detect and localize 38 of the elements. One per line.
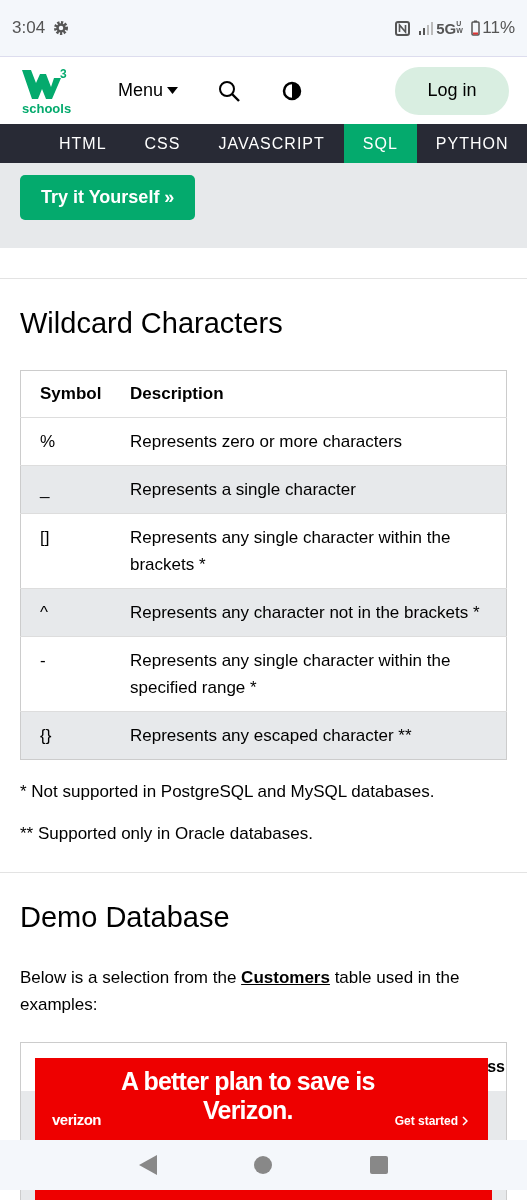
gear-icon (53, 20, 70, 36)
contrast-icon[interactable] (282, 80, 303, 101)
column-header: Symbol (20, 370, 111, 418)
clock: 3:04 (12, 18, 46, 38)
nav-tab[interactable]: JAVASCRIPT (199, 124, 344, 163)
nav-tab[interactable]: PYTHON (416, 124, 527, 163)
back-icon[interactable] (138, 1155, 157, 1175)
network-label: 5G (436, 19, 457, 37)
footnote: ** Supported only in Oracle databases. (20, 824, 314, 844)
battery-level: 11% (482, 18, 515, 38)
menu-button[interactable]: Menu (118, 80, 179, 101)
footnote: * Not supported in PostgreSQL and MySQL databases. (20, 782, 436, 802)
table-cell: ^ (20, 588, 111, 637)
table-cell: Represents any escaped character ** (111, 711, 507, 760)
login-button[interactable]: Log in (395, 66, 509, 115)
ad-banner[interactable]: verizon A better plan to save is Verizon. Get started (35, 1058, 488, 1140)
search-icon[interactable] (218, 79, 241, 102)
get-started-link[interactable]: Get started (394, 1114, 468, 1128)
section-heading: Demo Database (20, 901, 231, 934)
table-cell: _ (20, 465, 111, 514)
signal-icon (418, 21, 435, 35)
nfc-icon (395, 20, 411, 36)
section-heading: Wildcard Characters (20, 307, 284, 340)
home-icon[interactable] (254, 1156, 273, 1174)
table-cell: {} (20, 711, 111, 760)
table-cell: Represents a single character (111, 465, 507, 514)
battery-icon (471, 20, 481, 36)
nav-tab[interactable]: HTML (40, 124, 126, 163)
chevron-icon (462, 1116, 468, 1126)
caret-icon (167, 87, 179, 94)
column-header: ss (487, 1058, 505, 1076)
recents-icon[interactable] (370, 1156, 389, 1174)
column-header: Description (111, 370, 507, 418)
ad-headline: A better plan to save is Verizon. (120, 1067, 376, 1125)
ad-brand: verizon (52, 1111, 101, 1128)
table-cell: Represents any character not in the brackets * (111, 588, 507, 637)
nav-tab[interactable]: CSS (125, 124, 200, 163)
intro-text: Below is a selection from the Customers table used in the examples: (20, 967, 461, 1016)
